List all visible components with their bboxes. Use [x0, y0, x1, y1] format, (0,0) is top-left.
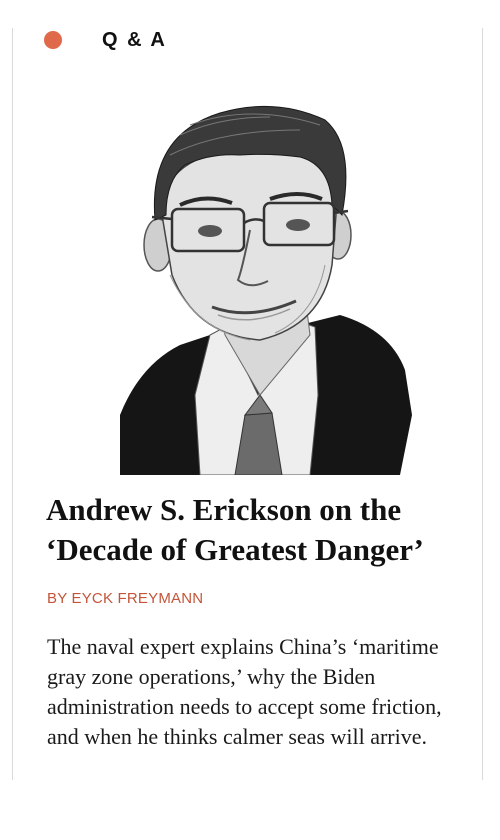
portrait-face — [161, 146, 337, 341]
article-card[interactable]: Q & A Andrew S. Erickson on the ‘Decade … — [0, 0, 500, 840]
portrait-illustration[interactable] — [100, 95, 415, 475]
article-title[interactable]: Andrew S. Erickson on the ‘Decade of Gre… — [46, 490, 466, 570]
byline: BY EYCK FREYMANN — [47, 590, 203, 607]
left-divider — [12, 28, 13, 780]
section-kicker: Q & A — [44, 26, 167, 54]
byline-prefix: BY — [47, 590, 68, 607]
right-divider — [482, 28, 483, 780]
section-label: Q & A — [102, 28, 167, 51]
byline-author-link[interactable]: EYCK FREYMANN — [72, 590, 204, 607]
kicker-dot-icon — [44, 31, 62, 49]
article-dek: The naval expert explains China’s ‘marit… — [47, 634, 442, 749]
